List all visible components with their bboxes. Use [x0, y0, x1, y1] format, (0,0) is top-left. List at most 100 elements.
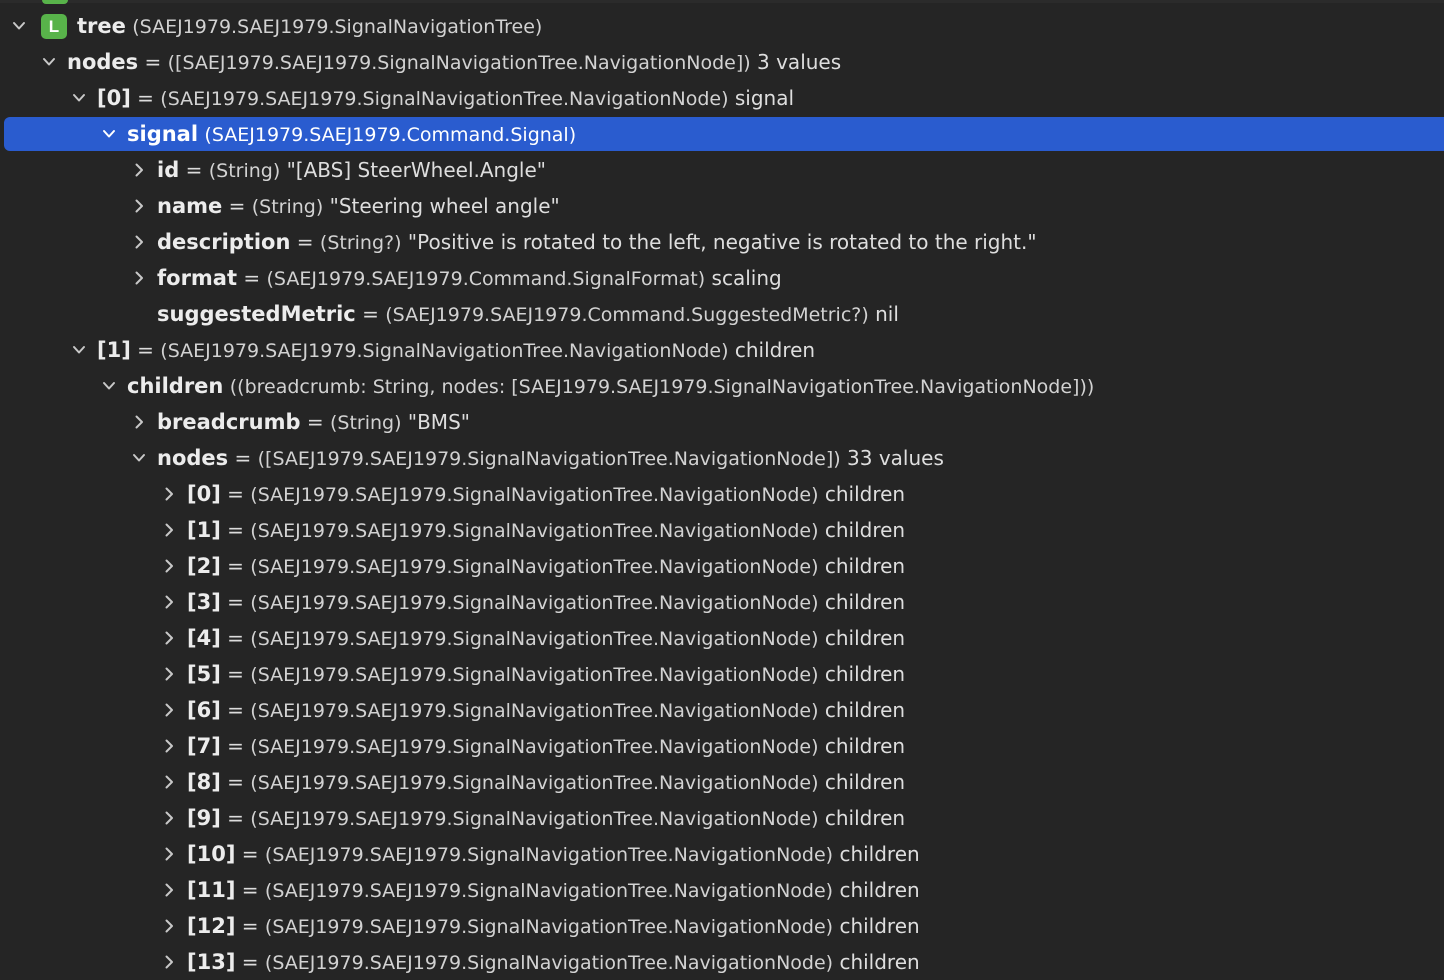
- tree-row[interactable]: [7] = (SAEJ1979.SAEJ1979.SignalNavigatio…: [0, 729, 1444, 763]
- chevron-right-icon[interactable]: [129, 405, 149, 439]
- variable-name: [7]: [187, 734, 221, 758]
- tree-row[interactable]: description = (String?) "Positive is rot…: [0, 225, 1444, 259]
- chevron-right-icon[interactable]: [159, 657, 179, 691]
- assignment-sign: =: [241, 842, 259, 866]
- tree-row[interactable]: [4] = (SAEJ1979.SAEJ1979.SignalNavigatio…: [0, 621, 1444, 655]
- variable-value: children: [824, 734, 906, 758]
- tree-row[interactable]: breadcrumb = (String) "BMS": [0, 405, 1444, 439]
- chevron-down-icon[interactable]: [69, 333, 89, 367]
- tree-row-content: [2] = (SAEJ1979.SAEJ1979.SignalNavigatio…: [187, 549, 905, 583]
- assignment-sign: =: [137, 338, 154, 362]
- tree-row[interactable]: [6] = (SAEJ1979.SAEJ1979.SignalNavigatio…: [0, 693, 1444, 727]
- variable-type: (SAEJ1979.SAEJ1979.SignalNavigationTree.…: [264, 952, 834, 974]
- tree-row[interactable]: suggestedMetric = (SAEJ1979.SAEJ1979.Com…: [0, 297, 1444, 331]
- chevron-right-icon[interactable]: [159, 873, 179, 907]
- tree-row[interactable]: [10] = (SAEJ1979.SAEJ1979.SignalNavigati…: [0, 837, 1444, 871]
- tree-row[interactable]: [12] = (SAEJ1979.SAEJ1979.SignalNavigati…: [0, 909, 1444, 943]
- chevron-right-icon[interactable]: [159, 549, 179, 583]
- variable-type: (SAEJ1979.SAEJ1979.SignalNavigationTree.…: [250, 700, 819, 722]
- tree-row-selected[interactable]: signal (SAEJ1979.SAEJ1979.Command.Signal…: [4, 117, 1444, 151]
- variable-type: (SAEJ1979.SAEJ1979.SignalNavigationTree.…: [250, 556, 819, 578]
- chevron-right-icon[interactable]: [159, 585, 179, 619]
- tree-row[interactable]: [5] = (SAEJ1979.SAEJ1979.SignalNavigatio…: [0, 657, 1444, 691]
- chevron-right-icon[interactable]: [129, 225, 149, 259]
- variable-type: (SAEJ1979.SAEJ1979.SignalNavigationTree.…: [264, 916, 834, 938]
- chevron-right-icon[interactable]: [159, 765, 179, 799]
- chevron-right-icon[interactable]: [159, 693, 179, 727]
- chevron-down-icon[interactable]: [39, 45, 59, 79]
- variable-type: (SAEJ1979.SAEJ1979.SignalNavigationTree.…: [250, 736, 819, 758]
- variable-type: (SAEJ1979.SAEJ1979.SignalNavigationTree.…: [250, 772, 819, 794]
- tree-row-content: [13] = (SAEJ1979.SAEJ1979.SignalNavigati…: [187, 945, 920, 979]
- variable-name: [5]: [187, 662, 221, 686]
- variable-value: "Positive is rotated to the left, negati…: [407, 230, 1037, 254]
- variable-name: [1]: [187, 518, 221, 542]
- variable-type: (SAEJ1979.SAEJ1979.SignalNavigationTree.…: [250, 628, 819, 650]
- chevron-right-icon[interactable]: [159, 729, 179, 763]
- variable-value: "Steering wheel angle": [329, 194, 560, 218]
- chevron-right-icon[interactable]: [159, 477, 179, 511]
- chevron-right-icon[interactable]: [159, 945, 179, 979]
- chevron-right-icon[interactable]: [129, 153, 149, 187]
- variable-name: [8]: [187, 770, 221, 794]
- variable-name: [12]: [187, 914, 236, 938]
- chevron-right-icon[interactable]: [159, 909, 179, 943]
- variable-type: (SAEJ1979.SAEJ1979.SignalNavigationTree.…: [250, 808, 819, 830]
- chevron-right-icon[interactable]: [129, 261, 149, 295]
- tree-row[interactable]: id = (String) "[ABS] SteerWheel.Angle": [0, 153, 1444, 187]
- assignment-sign: =: [306, 410, 324, 434]
- chevron-down-icon[interactable]: [129, 441, 149, 475]
- tree-row[interactable]: [0] = (SAEJ1979.SAEJ1979.SignalNavigatio…: [0, 477, 1444, 511]
- assignment-sign: =: [137, 86, 154, 110]
- chevron-right-icon[interactable]: [159, 513, 179, 547]
- tree-row[interactable]: nodes = ([SAEJ1979.SAEJ1979.SignalNaviga…: [0, 441, 1444, 475]
- chevron-right-icon[interactable]: [159, 801, 179, 835]
- tree-row-content: description = (String?) "Positive is rot…: [157, 225, 1037, 259]
- tree-row[interactable]: Ltree (SAEJ1979.SAEJ1979.SignalNavigatio…: [0, 9, 1444, 43]
- tree-row[interactable]: [1] = (SAEJ1979.SAEJ1979.SignalNavigatio…: [0, 513, 1444, 547]
- assignment-sign: =: [241, 878, 259, 902]
- tree-row[interactable]: nodes = ([SAEJ1979.SAEJ1979.SignalNaviga…: [0, 45, 1444, 79]
- variable-type: (SAEJ1979.SAEJ1979.SignalNavigationTree.…: [264, 880, 834, 902]
- variable-type: (SAEJ1979.SAEJ1979.SignalNavigationTree.…: [250, 520, 819, 542]
- tree-row[interactable]: format = (SAEJ1979.SAEJ1979.Command.Sign…: [0, 261, 1444, 295]
- tree-row[interactable]: name = (String) "Steering wheel angle": [0, 189, 1444, 223]
- tree-row[interactable]: [3] = (SAEJ1979.SAEJ1979.SignalNavigatio…: [0, 585, 1444, 619]
- variable-value: children: [824, 518, 906, 542]
- tree-row[interactable]: [11] = (SAEJ1979.SAEJ1979.SignalNavigati…: [0, 873, 1444, 907]
- variable-name: children: [127, 374, 224, 398]
- tree-row[interactable]: [9] = (SAEJ1979.SAEJ1979.SignalNavigatio…: [0, 801, 1444, 835]
- assignment-sign: =: [234, 446, 252, 470]
- chevron-down-icon[interactable]: [69, 81, 89, 115]
- variable-name: description: [157, 230, 291, 254]
- variable-value: scaling: [711, 266, 782, 290]
- tree-row[interactable]: [2] = (SAEJ1979.SAEJ1979.SignalNavigatio…: [0, 549, 1444, 583]
- assignment-sign: =: [227, 626, 244, 650]
- assignment-sign: =: [227, 770, 244, 794]
- chevron-right-icon[interactable]: [159, 837, 179, 871]
- variable-value: 33 values: [847, 446, 944, 470]
- tree-row-content: [0] = (SAEJ1979.SAEJ1979.SignalNavigatio…: [187, 477, 905, 511]
- variable-type: ([SAEJ1979.SAEJ1979.SignalNavigationTree…: [257, 448, 841, 470]
- assignment-sign: =: [144, 50, 162, 74]
- tree-row[interactable]: [13] = (SAEJ1979.SAEJ1979.SignalNavigati…: [0, 945, 1444, 979]
- chevron-right-icon[interactable]: [129, 189, 149, 223]
- tree-row-content: [10] = (SAEJ1979.SAEJ1979.SignalNavigati…: [187, 837, 920, 871]
- variables-tree: Ltree (SAEJ1979.SAEJ1979.SignalNavigatio…: [0, 0, 1444, 980]
- tree-row[interactable]: [0] = (SAEJ1979.SAEJ1979.SignalNavigatio…: [0, 81, 1444, 115]
- tree-row[interactable]: [8] = (SAEJ1979.SAEJ1979.SignalNavigatio…: [0, 765, 1444, 799]
- tree-row[interactable]: children ((breadcrumb: String, nodes: [S…: [0, 369, 1444, 403]
- chevron-right-icon[interactable]: [159, 621, 179, 655]
- tree-row-content: [8] = (SAEJ1979.SAEJ1979.SignalNavigatio…: [187, 765, 905, 799]
- variable-name: [0]: [187, 482, 221, 506]
- variable-type: (SAEJ1979.SAEJ1979.SignalNavigationTree.…: [160, 340, 729, 362]
- chevron-down-icon[interactable]: [99, 117, 119, 151]
- variable-name: nodes: [157, 446, 229, 470]
- assignment-sign: =: [227, 698, 244, 722]
- tree-row[interactable]: [1] = (SAEJ1979.SAEJ1979.SignalNavigatio…: [0, 333, 1444, 367]
- chevron-down-icon[interactable]: [9, 9, 29, 43]
- assignment-sign: =: [227, 590, 244, 614]
- variable-name: id: [157, 158, 180, 182]
- variable-type: (String?): [319, 232, 402, 254]
- chevron-down-icon[interactable]: [99, 369, 119, 403]
